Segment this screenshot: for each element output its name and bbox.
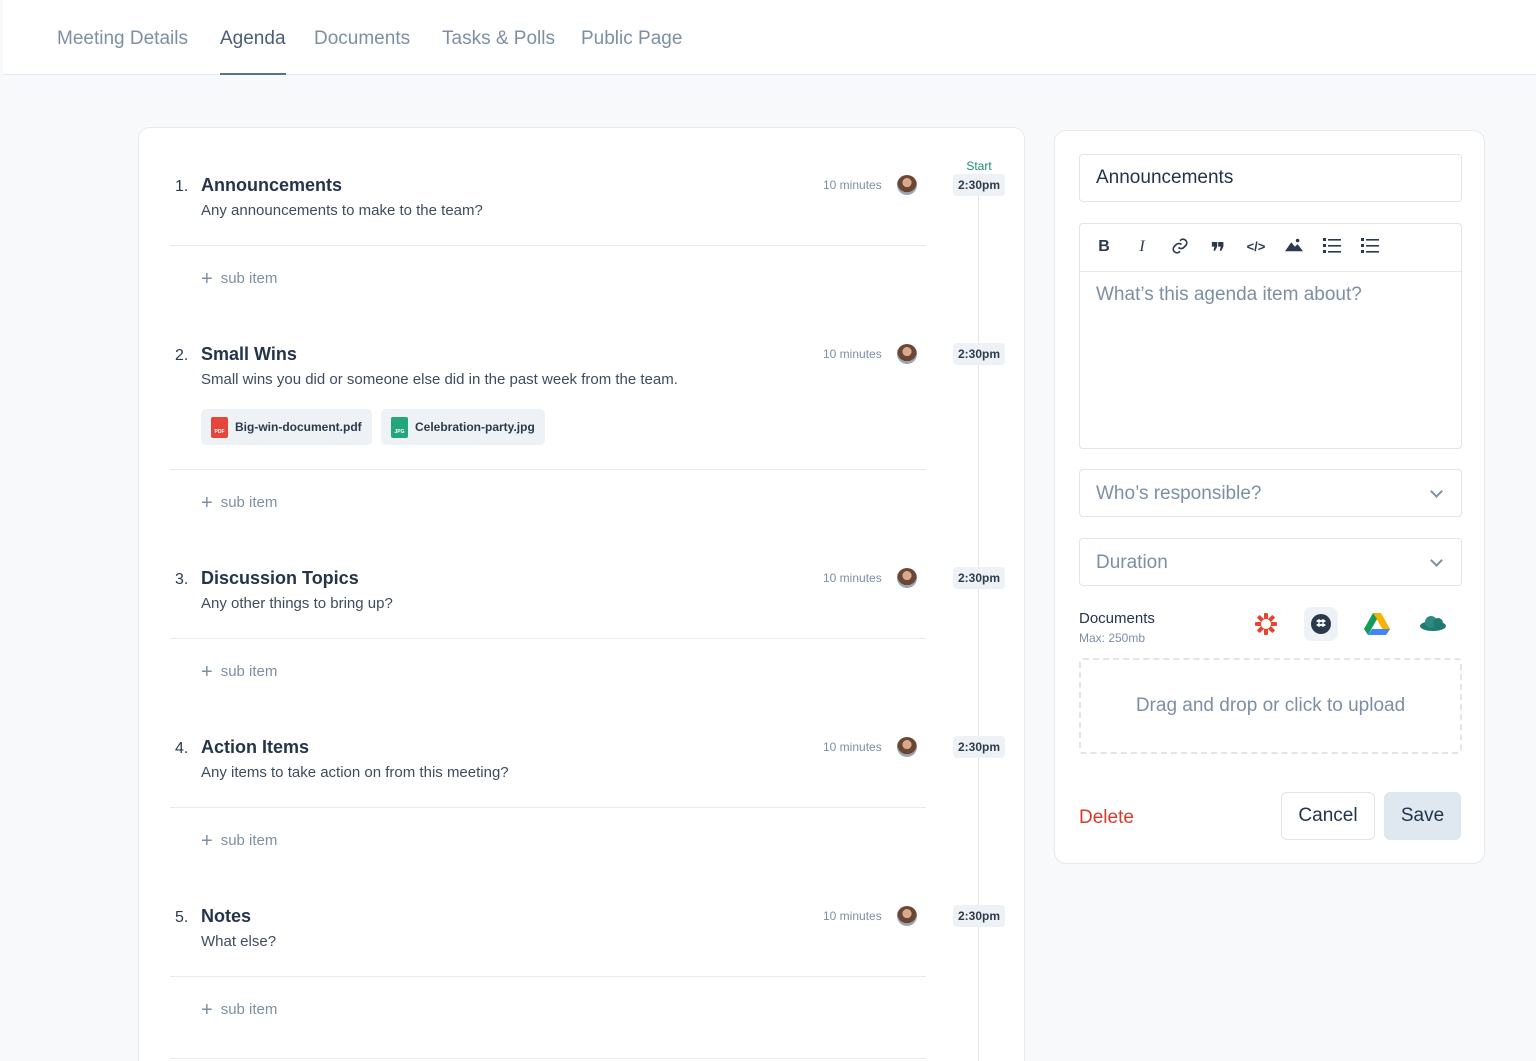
item-number: 2. — [175, 347, 189, 364]
plus-icon: + — [201, 999, 213, 1021]
add-sub-item-button[interactable]: + sub item — [201, 268, 277, 291]
sub-item-label: sub item — [220, 1001, 278, 1018]
agenda-item-editor: B I ❞ </> Who’s responsible? Duration Do… — [1054, 130, 1485, 864]
chevron-down-icon — [1430, 485, 1443, 498]
link-icon[interactable] — [1170, 237, 1190, 257]
documents-label: Documents — [1079, 610, 1155, 627]
add-sub-item-button[interactable]: + sub item — [201, 492, 277, 515]
divider — [170, 245, 926, 246]
tab-documents[interactable]: Documents — [314, 28, 410, 50]
italic-icon[interactable]: I — [1132, 237, 1152, 257]
sub-item-label: sub item — [220, 663, 278, 680]
item-duration: 10 minutes — [823, 571, 882, 585]
item-time-badge: 2:30pm — [953, 174, 1005, 196]
onedrive-integration-icon[interactable] — [1416, 607, 1450, 641]
google-drive-integration-icon[interactable] — [1360, 607, 1394, 641]
tab-public-page[interactable]: Public Page — [581, 28, 682, 50]
top-nav: Meeting Details Agenda Documents Tasks &… — [3, 0, 1536, 75]
jpg-file-icon: JPG — [391, 417, 408, 438]
rich-text-editor: B I ❞ </> — [1079, 223, 1462, 449]
file-chip-pdf[interactable]: PDF Big-win-document.pdf — [201, 409, 372, 445]
delete-button[interactable]: Delete — [1079, 807, 1134, 829]
bold-icon[interactable]: B — [1094, 237, 1114, 257]
divider — [170, 1058, 926, 1059]
file-name: Celebration-party.jpg — [415, 420, 535, 434]
avatar — [897, 568, 917, 588]
avatar — [897, 737, 917, 757]
item-number: 5. — [175, 909, 189, 926]
divider — [170, 807, 926, 808]
item-time-badge: 2:30pm — [953, 567, 1005, 589]
item-number: 1. — [175, 178, 189, 195]
quote-icon[interactable]: ❞ — [1208, 237, 1228, 267]
editor-toolbar: B I ❞ </> — [1080, 224, 1461, 272]
item-title[interactable]: Notes — [201, 906, 251, 927]
duration-placeholder: Duration — [1096, 552, 1168, 573]
duration-select[interactable]: Duration — [1079, 538, 1462, 586]
item-duration: 10 minutes — [823, 178, 882, 192]
item-time-badge: 2:30pm — [953, 736, 1005, 758]
divider — [170, 976, 926, 977]
divider — [170, 638, 926, 639]
avatar — [897, 344, 917, 364]
plus-icon: + — [201, 268, 213, 290]
save-button[interactable]: Save — [1384, 792, 1461, 840]
avatar — [897, 175, 917, 195]
sub-item-label: sub item — [220, 494, 278, 511]
add-sub-item-button[interactable]: + sub item — [201, 830, 277, 853]
plus-icon: + — [201, 661, 213, 683]
timeline-start-label: Start — [966, 159, 992, 173]
item-description: Any other things to bring up? — [201, 595, 393, 612]
timeline-line — [978, 192, 979, 1061]
upload-dropzone[interactable]: Drag and drop or click to upload — [1079, 658, 1462, 754]
divider — [170, 469, 926, 470]
item-description: What else? — [201, 933, 277, 950]
item-title-input[interactable] — [1079, 154, 1462, 202]
item-time-badge: 2:30pm — [953, 343, 1005, 365]
chevron-down-icon — [1430, 554, 1443, 567]
item-description: Any items to take action on from this me… — [201, 764, 509, 781]
bullet-list-icon[interactable] — [1322, 237, 1342, 257]
add-sub-item-button[interactable]: + sub item — [201, 999, 277, 1022]
item-description: Any announcements to make to the team? — [201, 202, 483, 219]
numbered-list-icon[interactable] — [1360, 237, 1380, 257]
cancel-button[interactable]: Cancel — [1281, 792, 1375, 840]
tab-agenda[interactable]: Agenda — [220, 28, 286, 75]
sub-item-label: sub item — [220, 832, 278, 849]
item-title[interactable]: Discussion Topics — [201, 568, 359, 589]
sub-item-label: sub item — [220, 270, 278, 287]
item-duration: 10 minutes — [823, 740, 882, 754]
item-description: Small wins you did or someone else did i… — [201, 371, 678, 388]
item-number: 4. — [175, 740, 189, 757]
code-icon[interactable]: </> — [1246, 237, 1266, 257]
agenda-panel: Start 1. Announcements Any announcements… — [138, 127, 1025, 1061]
responsible-placeholder: Who’s responsible? — [1096, 483, 1262, 504]
tab-tasks-polls[interactable]: Tasks & Polls — [442, 28, 555, 50]
item-duration: 10 minutes — [823, 909, 882, 923]
pdf-file-icon: PDF — [211, 417, 228, 438]
box-integration-icon[interactable] — [1249, 607, 1283, 641]
documents-max-size: Max: 250mb — [1079, 631, 1146, 645]
file-name: Big-win-document.pdf — [235, 420, 362, 434]
item-duration: 10 minutes — [823, 347, 882, 361]
item-description-textarea[interactable] — [1096, 284, 1446, 434]
item-number: 3. — [175, 571, 189, 588]
item-title[interactable]: Action Items — [201, 737, 309, 758]
image-icon[interactable] — [1284, 237, 1304, 257]
item-title[interactable]: Announcements — [201, 175, 342, 196]
file-chip-jpg[interactable]: JPG Celebration-party.jpg — [381, 409, 545, 445]
responsible-select[interactable]: Who’s responsible? — [1079, 469, 1462, 517]
item-title[interactable]: Small Wins — [201, 344, 297, 365]
tab-meeting-details[interactable]: Meeting Details — [57, 28, 188, 50]
plus-icon: + — [201, 830, 213, 852]
avatar — [897, 906, 917, 926]
item-time-badge: 2:30pm — [953, 905, 1005, 927]
dropbox-integration-icon[interactable] — [1304, 607, 1338, 641]
plus-icon: + — [201, 492, 213, 514]
add-sub-item-button[interactable]: + sub item — [201, 661, 277, 684]
